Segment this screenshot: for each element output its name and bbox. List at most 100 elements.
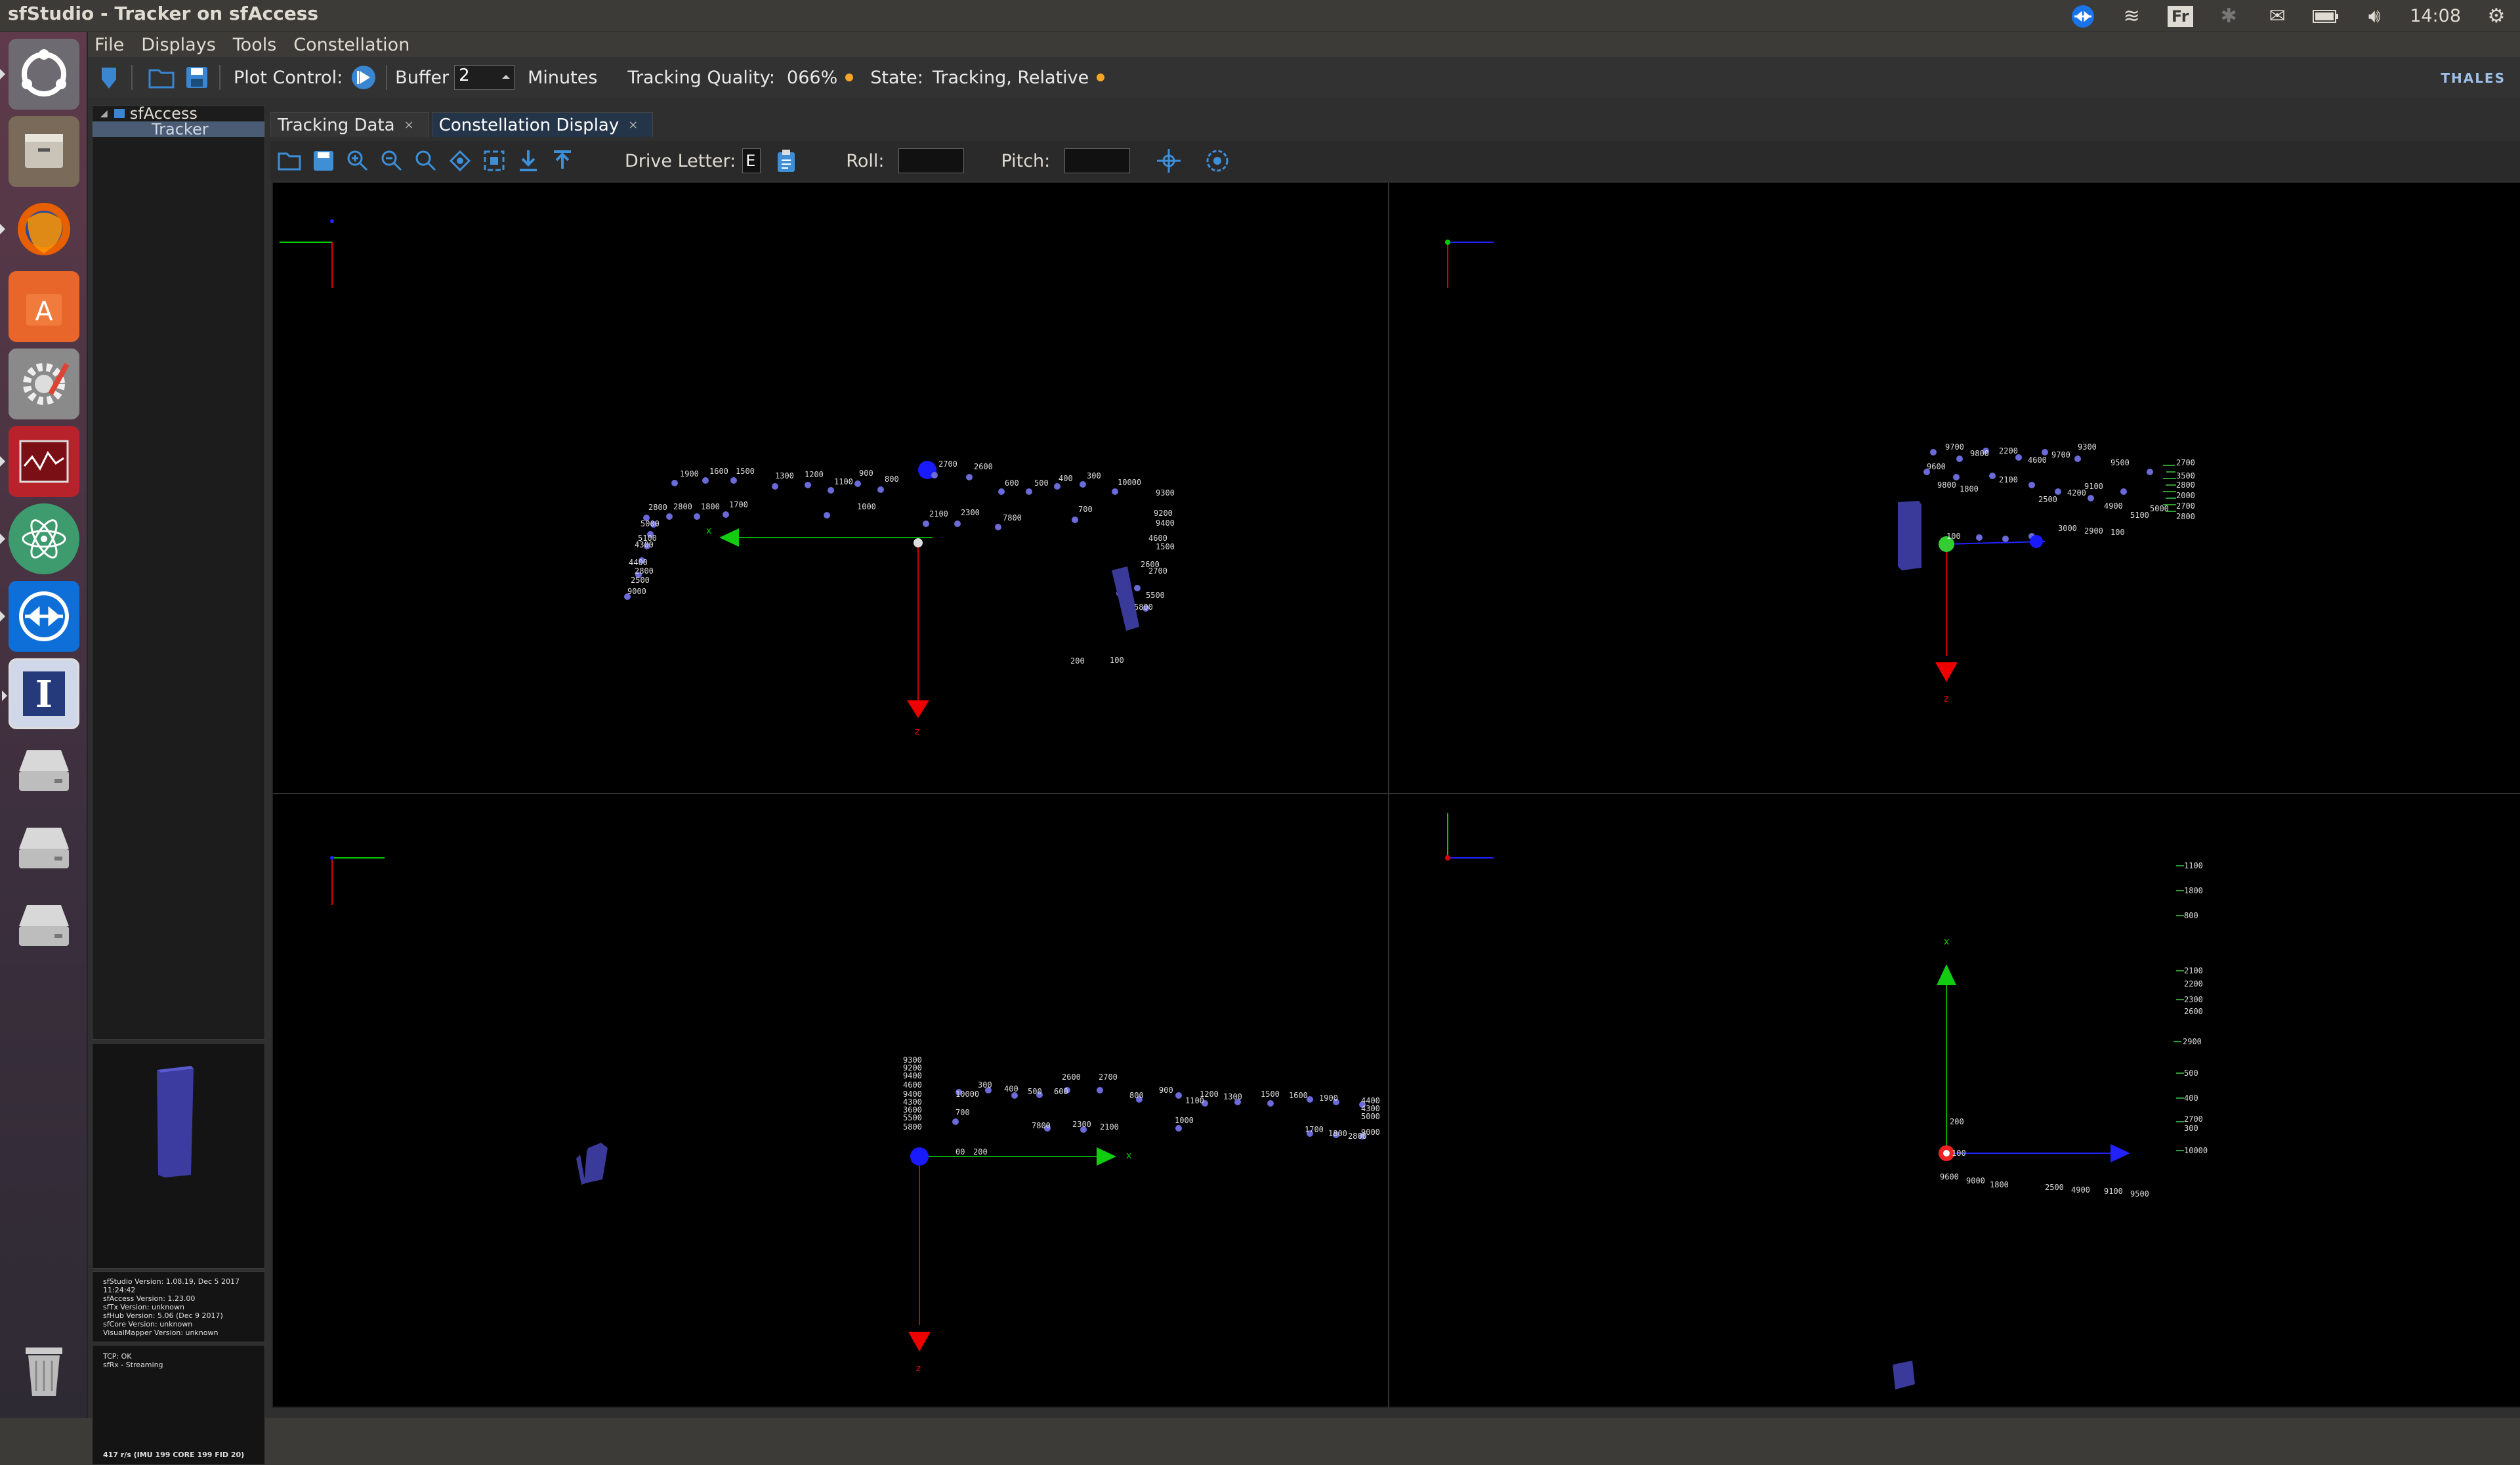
- bluetooth-icon[interactable]: ✱: [2216, 5, 2242, 28]
- fiducial-point: [694, 513, 700, 520]
- svg-text:2100: 2100: [2184, 966, 2203, 975]
- software-center-icon[interactable]: A: [9, 271, 79, 342]
- menu-constellation[interactable]: Constellation: [293, 35, 410, 55]
- open-folder-icon[interactable]: [274, 146, 304, 176]
- fiducial-label: 9000: [627, 587, 646, 596]
- fiducial-labels: 1900 1600 1500 1300 1200 1100 900 800 2700 2600 60…: [627, 459, 1175, 666]
- volume-icon[interactable]: 🔊︎: [2361, 5, 2387, 28]
- svg-text:100: 100: [2110, 528, 2125, 537]
- svg-text:900: 900: [1159, 1086, 1173, 1095]
- fiducial-labels: 1100 1800 800 2100 2200 2300 2600 2900 500 400 270…: [2183, 861, 2208, 1155]
- gear-icon[interactable]: ⚙: [2483, 5, 2510, 28]
- svg-text:1300: 1300: [1223, 1092, 1242, 1101]
- teamviewer-tray-icon[interactable]: [2070, 5, 2096, 28]
- svg-text:9800: 9800: [1937, 480, 1956, 490]
- state-value: Tracking, Relative: [932, 67, 1089, 88]
- zoom-out-icon[interactable]: [377, 146, 407, 176]
- fiducial-label: 400: [1059, 474, 1073, 483]
- upload-icon[interactable]: [547, 146, 578, 176]
- drive-letter-field[interactable]: E: [742, 148, 761, 173]
- tracking-quality-value: 066%: [787, 67, 838, 88]
- fiducial-point: [877, 486, 884, 493]
- fit-view-icon[interactable]: [479, 146, 509, 176]
- fiducial-label: 2800: [648, 503, 667, 512]
- minutes-label: Minutes: [528, 67, 598, 88]
- settings-icon[interactable]: [9, 349, 79, 419]
- version-line: 11:24:42: [103, 1286, 136, 1294]
- svg-text:9000: 9000: [1361, 1128, 1380, 1137]
- tab-label: Constellation Display: [438, 115, 620, 135]
- view-top-left[interactable]: x z 1900 1600 1500 1300 1200 1100 900 800 2700 26…: [280, 219, 1175, 737]
- menu-tools[interactable]: Tools: [233, 35, 277, 55]
- files-icon[interactable]: [9, 116, 79, 187]
- svg-text:2900: 2900: [2183, 1037, 2202, 1046]
- svg-text:2600: 2600: [2184, 1007, 2203, 1016]
- sfstudio-icon[interactable]: I: [2, 658, 79, 729]
- launcher: A I: [0, 32, 88, 1418]
- axis-z: z: [1935, 544, 1958, 704]
- svg-text:2300: 2300: [2184, 995, 2203, 1004]
- drive-icon[interactable]: [9, 813, 79, 884]
- fiducial-label: 4300: [635, 540, 654, 549]
- svg-text:4600: 4600: [903, 1080, 922, 1090]
- connect-icon[interactable]: [94, 63, 123, 92]
- svg-text:2700: 2700: [2184, 1115, 2203, 1124]
- menu-file[interactable]: File: [94, 35, 124, 55]
- origin-marker: [914, 538, 923, 547]
- zoom-in-icon[interactable]: [343, 146, 373, 176]
- svg-text:2100: 2100: [1999, 475, 2018, 484]
- system-monitor-icon[interactable]: [0, 426, 79, 497]
- tracker-model: [584, 1143, 608, 1183]
- constellation-viewport[interactable]: x z 1900 1600 1500 1300 1200 1100 900 800 2700 26…: [272, 182, 2520, 1409]
- rotate-icon[interactable]: [445, 146, 475, 176]
- fiducial-label: 9200: [1154, 509, 1173, 518]
- tree-node-tracker[interactable]: Tracker: [93, 120, 264, 138]
- menu-displays[interactable]: Displays: [141, 35, 216, 55]
- ubuntu-dash-icon[interactable]: [0, 39, 79, 110]
- top-panel: sfStudio - Tracker on sfAccess ≋ Fr ✱ ✉ …: [0, 0, 2520, 32]
- close-icon[interactable]: ×: [404, 118, 414, 132]
- axis-z: z: [908, 1157, 931, 1374]
- clock[interactable]: 14:08: [2410, 6, 2461, 26]
- download-icon[interactable]: [513, 146, 543, 176]
- tree-node-label: Tracker: [152, 120, 209, 138]
- drive-icon[interactable]: [9, 891, 79, 962]
- crosshair-icon[interactable]: [1154, 146, 1184, 176]
- view-bottom-right[interactable]: x 200 100 9600 9000 1800 2500 4900 9100 9500 110…: [1445, 813, 2208, 1390]
- tree-node-sfaccess[interactable]: ◢ sfAccess: [93, 104, 264, 123]
- firefox-icon[interactable]: [0, 194, 79, 265]
- keyboard-layout-indicator[interactable]: Fr: [2167, 5, 2193, 28]
- buffer-spinbox[interactable]: 2: [454, 65, 515, 90]
- close-icon[interactable]: ×: [628, 118, 638, 132]
- atom-icon[interactable]: [0, 503, 79, 574]
- tab-tracking-data[interactable]: Tracking Data ×: [270, 112, 429, 137]
- view-top-right[interactable]: z 9700 9800 2200 4600 9700 9300 9500 9600 9800 18…: [1445, 240, 2195, 704]
- tab-label: Tracking Data: [278, 115, 395, 135]
- wifi-icon[interactable]: ≋: [2118, 5, 2145, 28]
- drive-icon[interactable]: [9, 736, 79, 807]
- teamviewer-icon[interactable]: [0, 581, 79, 652]
- constellation-canvas[interactable]: x z 1900 1600 1500 1300 1200 1100 900 800 2700 26…: [273, 183, 2520, 1409]
- tab-constellation-display[interactable]: Constellation Display ×: [431, 112, 654, 137]
- trash-icon[interactable]: [9, 1335, 79, 1406]
- clipboard-icon[interactable]: [771, 146, 801, 176]
- roll-field[interactable]: [898, 148, 965, 173]
- svg-text:9500: 9500: [2110, 458, 2130, 467]
- play-icon[interactable]: [349, 63, 378, 92]
- open-folder-icon[interactable]: [147, 63, 176, 92]
- axis-x: [1946, 1144, 2130, 1162]
- view-bottom-left[interactable]: x z 10000300 400 500 6002600 270080090011001…: [330, 856, 1380, 1374]
- save-icon[interactable]: [308, 146, 339, 176]
- svg-text:200: 200: [973, 1147, 988, 1157]
- plot-control-label: Plot Control:: [234, 67, 343, 88]
- pitch-field[interactable]: [1064, 148, 1131, 173]
- fiducial-label: 2600: [1141, 560, 1160, 569]
- save-icon[interactable]: [182, 63, 211, 92]
- svg-text:2000: 2000: [2176, 491, 2195, 500]
- target-icon[interactable]: [1202, 146, 1232, 176]
- svg-text:1800: 1800: [1990, 1180, 2009, 1189]
- svg-text:2600: 2600: [1062, 1072, 1081, 1082]
- battery-icon[interactable]: [2313, 5, 2339, 28]
- mail-icon[interactable]: ✉: [2264, 5, 2290, 28]
- zoom-reset-icon[interactable]: [411, 146, 441, 176]
